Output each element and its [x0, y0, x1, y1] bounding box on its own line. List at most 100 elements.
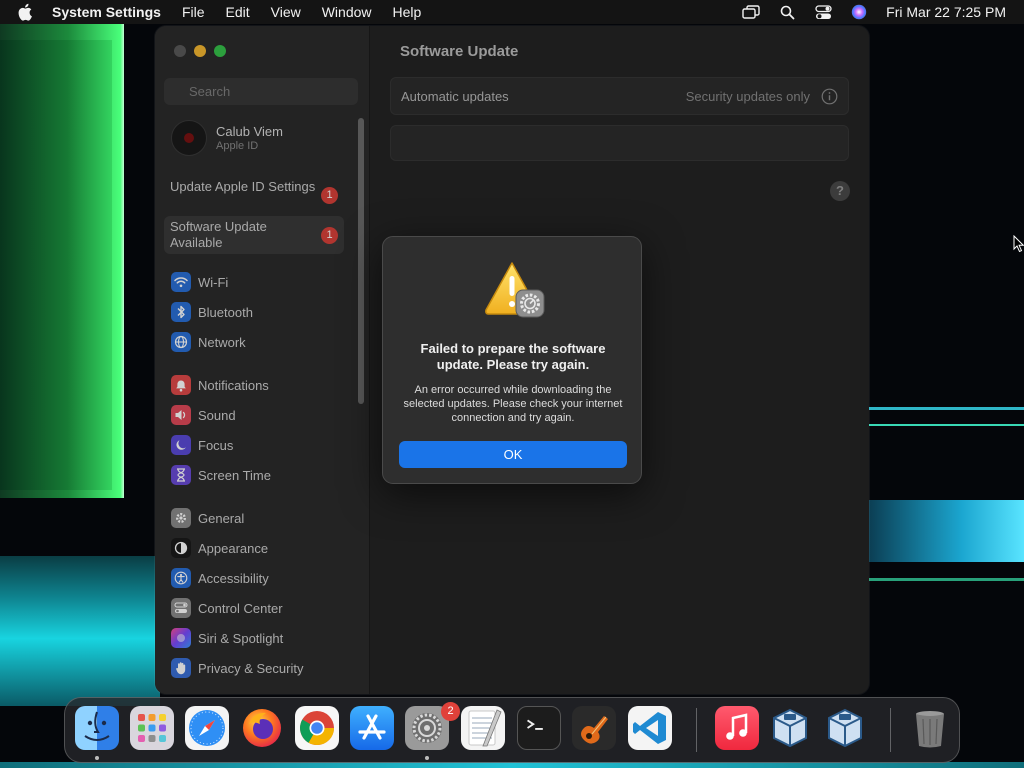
running-indicator — [95, 756, 99, 760]
account-name: Calub Viem — [216, 124, 283, 139]
dock-textedit-icon[interactable] — [461, 706, 505, 750]
wifi-icon — [171, 272, 191, 292]
sidebar-item-label: Network — [198, 334, 246, 350]
notification-badge: 1 — [321, 187, 338, 204]
dock-separator — [890, 708, 891, 752]
sidebar-item-privacy-security[interactable]: Privacy & Security — [165, 655, 355, 681]
dock-launchpad-icon[interactable] — [130, 706, 174, 750]
siri-icon[interactable] — [850, 3, 868, 21]
help-button[interactable]: ? — [830, 181, 850, 201]
sidebar-item-notifications[interactable]: Notifications — [165, 372, 355, 398]
wallpaper-line — [868, 424, 1024, 426]
dock-trash-icon[interactable] — [908, 706, 952, 750]
notification-badge: 1 — [321, 227, 338, 244]
window-zoom-button[interactable] — [214, 45, 226, 57]
sidebar-item-label: Siri & Spotlight — [198, 630, 284, 646]
sidebar-scrollbar[interactable] — [358, 118, 364, 404]
sidebar-item-label: Accessibility — [198, 570, 269, 586]
sidebar-item-siri-spotlight[interactable]: Siri & Spotlight — [165, 625, 355, 651]
wallpaper-band-right — [868, 500, 1024, 562]
sidebar-item-label: Screen Time — [198, 467, 271, 483]
menu-clock[interactable]: Fri Mar 22 7:25 PM — [886, 4, 1006, 20]
hourglass-icon — [171, 465, 191, 485]
warning-icon — [485, 262, 545, 318]
error-alert-dialog: Failed to prepare the software update. P… — [382, 236, 642, 484]
ok-button[interactable]: OK — [399, 441, 627, 468]
dock-vscode-icon[interactable] — [628, 706, 672, 750]
sidebar-item-wifi[interactable]: Wi-Fi — [165, 269, 355, 295]
mouse-cursor-icon — [1013, 235, 1024, 253]
dock-safari-icon[interactable] — [185, 706, 229, 750]
bluetooth-icon — [171, 302, 191, 322]
sidebar-item-accessibility[interactable]: Accessibility — [165, 565, 355, 591]
info-icon[interactable] — [821, 88, 838, 105]
appearance-icon — [171, 538, 191, 558]
dock-chrome-icon[interactable] — [295, 706, 339, 750]
sidebar-item-label: General — [198, 510, 245, 526]
automatic-updates-row[interactable]: Automatic updates Security updates only — [390, 77, 849, 115]
sidebar-item-control-center[interactable]: Control Center — [165, 595, 355, 621]
dock-music-icon[interactable] — [715, 706, 759, 750]
update-status-box — [390, 125, 849, 161]
sidebar-item-label: Sound — [198, 407, 236, 423]
bell-icon — [171, 375, 191, 395]
menu-extras: Fri Mar 22 7:25 PM — [742, 0, 1006, 24]
dock-terminal-icon[interactable] — [517, 706, 561, 750]
sidebar-item-update-apple-id[interactable]: Update Apple ID Settings 1 — [164, 176, 344, 214]
menu-bar: System Settings File Edit View Window He… — [0, 0, 1024, 24]
avatar — [171, 120, 207, 156]
sidebar-item-general[interactable]: General — [165, 505, 355, 531]
wallpaper-line — [868, 578, 1024, 581]
sidebar-search-input[interactable] — [164, 78, 358, 105]
sidebar-item-bluetooth[interactable]: Bluetooth — [165, 299, 355, 325]
running-indicator — [425, 756, 429, 760]
globe-icon — [171, 332, 191, 352]
siri-icon — [171, 628, 191, 648]
sidebar-item-focus[interactable]: Focus — [165, 432, 355, 458]
dock-finder-icon[interactable] — [75, 706, 119, 750]
sidebar-item-label: Software Update Available — [170, 219, 267, 250]
sidebar-item-label: Update Apple ID Settings — [170, 179, 316, 194]
menu-edit[interactable]: Edit — [226, 4, 250, 20]
sidebar-item-label: Control Center — [198, 600, 283, 616]
sidebar-item-label: Wi-Fi — [198, 274, 229, 290]
apple-menu-icon[interactable] — [18, 3, 36, 21]
apple-id-account[interactable]: Calub Viem Apple ID — [169, 118, 354, 158]
hand-icon — [171, 658, 191, 678]
spotlight-search-icon[interactable] — [778, 3, 796, 21]
sidebar-item-label: Privacy & Security — [198, 660, 304, 676]
dock-virtualbox-icon[interactable] — [768, 706, 812, 750]
dock-app-store-icon[interactable] — [350, 706, 394, 750]
sidebar: Calub Viem Apple ID Update Apple ID Sett… — [155, 26, 370, 694]
moon-icon — [171, 435, 191, 455]
sidebar-item-sound[interactable]: Sound — [165, 402, 355, 428]
accessibility-icon — [171, 568, 191, 588]
window-close-button[interactable] — [174, 45, 186, 57]
automatic-updates-label: Automatic updates — [401, 89, 509, 104]
menu-view[interactable]: View — [271, 4, 301, 20]
dock-garageband-icon[interactable] — [572, 706, 616, 750]
sidebar-item-label: Focus — [198, 437, 234, 453]
system-settings-badge: 2 — [441, 702, 460, 721]
dock-virtualbox-vm-icon[interactable] — [823, 706, 867, 750]
sidebar-item-label: Appearance — [198, 540, 269, 556]
sidebar-item-appearance[interactable]: Appearance — [165, 535, 355, 561]
sidebar-item-label: Notifications — [198, 377, 269, 393]
dialog-title: Failed to prepare the software update. P… — [420, 341, 606, 372]
dock-firefox-icon[interactable] — [240, 706, 284, 750]
page-title: Software Update — [400, 43, 519, 60]
sidebar-item-network[interactable]: Network — [165, 329, 355, 355]
window-minimize-button[interactable] — [194, 45, 206, 57]
automatic-updates-value: Security updates only — [685, 89, 810, 104]
dock-separator — [696, 708, 697, 752]
sidebar-item-screen-time[interactable]: Screen Time — [165, 462, 355, 488]
wallpaper-panel-left — [0, 40, 112, 490]
menu-app-name[interactable]: System Settings — [52, 4, 161, 20]
menu-help[interactable]: Help — [393, 4, 422, 20]
menu-window[interactable]: Window — [322, 4, 372, 20]
control-center-icon[interactable] — [814, 3, 832, 21]
sidebar-item-software-update-available[interactable]: Software Update Available 1 — [164, 216, 344, 254]
menu-file[interactable]: File — [182, 4, 205, 20]
screen-mirroring-icon[interactable] — [742, 3, 760, 21]
wallpaper-line — [868, 407, 1024, 410]
